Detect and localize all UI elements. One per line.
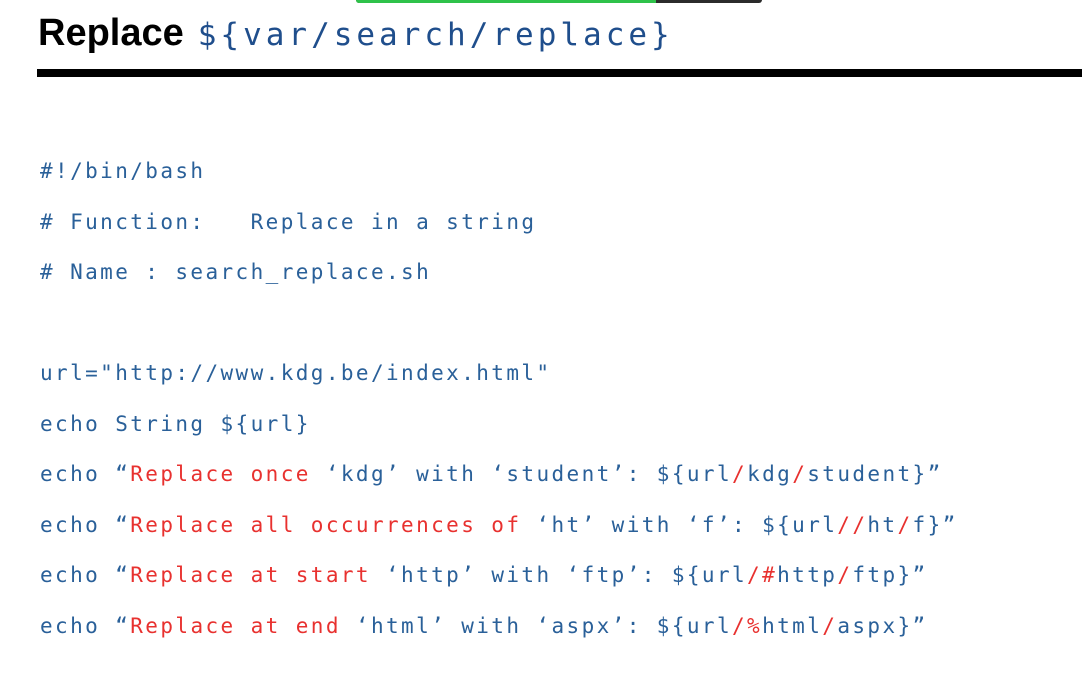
title-underline-divider: [37, 69, 1082, 77]
code-text: ‘html’ with ‘aspx’: ${url: [340, 613, 732, 638]
slide-title: Replace ${var/search/replace}: [38, 12, 674, 55]
bash-code-block: #!/bin/bash # Function: Replace in a stri…: [40, 152, 958, 657]
code-highlight: /: [792, 462, 808, 486]
code-text: echo “: [40, 613, 131, 638]
code-line: echo “Replace at end ‘html’ with ‘aspx’:…: [40, 607, 958, 658]
code-text: http: [777, 563, 838, 587]
code-text: ‘ht’ with ‘f’: ${url: [521, 512, 838, 537]
code-text: #!/bin/bash: [40, 159, 206, 183]
code-text: # Function: Replace in a string: [40, 209, 537, 234]
code-highlight: /: [732, 462, 748, 486]
code-text: student}”: [807, 462, 943, 486]
code-highlight: /#: [747, 563, 778, 587]
slide-title-code: ${var/search/replace}: [197, 17, 674, 53]
code-highlight: /: [822, 613, 838, 638]
code-highlight: Replace all occurrences of: [130, 512, 522, 537]
code-highlight: /%: [732, 613, 763, 638]
code-text: echo “: [40, 512, 131, 537]
code-line: # Name : search_replace.sh: [40, 253, 958, 304]
code-line: echo String ${url}: [40, 405, 958, 456]
code-line: echo “Replace once ‘kdg’ with ‘student’:…: [40, 455, 958, 506]
code-text: kdg: [747, 462, 793, 486]
code-text: f}”: [912, 512, 958, 537]
code-line: # Function: Replace in a string: [40, 203, 958, 254]
code-text: echo “: [40, 462, 131, 486]
slide-title-word: Replace: [38, 12, 184, 54]
presentation-progress-bar: [356, 0, 762, 3]
code-text: url="http://www.kdg.be/index.html": [40, 361, 552, 385]
code-highlight: Replace at start: [130, 563, 371, 587]
code-text: ‘kdg’ with ‘student’: ${url: [310, 462, 733, 486]
code-text: ht: [867, 512, 898, 537]
code-text: ‘http’ with ‘ftp’: ${url: [370, 563, 748, 587]
progress-bar-fill: [356, 0, 657, 3]
code-text: echo String ${url}: [40, 411, 311, 436]
code-line: #!/bin/bash: [40, 152, 958, 203]
code-line: echo “Replace at start ‘http’ with ‘ftp’…: [40, 556, 958, 607]
code-line: url="http://www.kdg.be/index.html": [40, 354, 958, 405]
code-text: echo “: [40, 563, 131, 587]
code-highlight: /: [837, 563, 853, 587]
code-line: echo “Replace all occurrences of ‘ht’ wi…: [40, 506, 958, 557]
code-highlight: Replace at end: [130, 613, 341, 638]
code-text: html: [762, 613, 823, 638]
code-highlight: /: [897, 512, 913, 537]
code-text: # Name : search_replace.sh: [40, 260, 432, 284]
code-text: ftp}”: [852, 563, 928, 587]
code-highlight: Replace once: [130, 462, 311, 486]
code-highlight: //: [837, 512, 868, 537]
code-text: aspx}”: [837, 613, 928, 638]
